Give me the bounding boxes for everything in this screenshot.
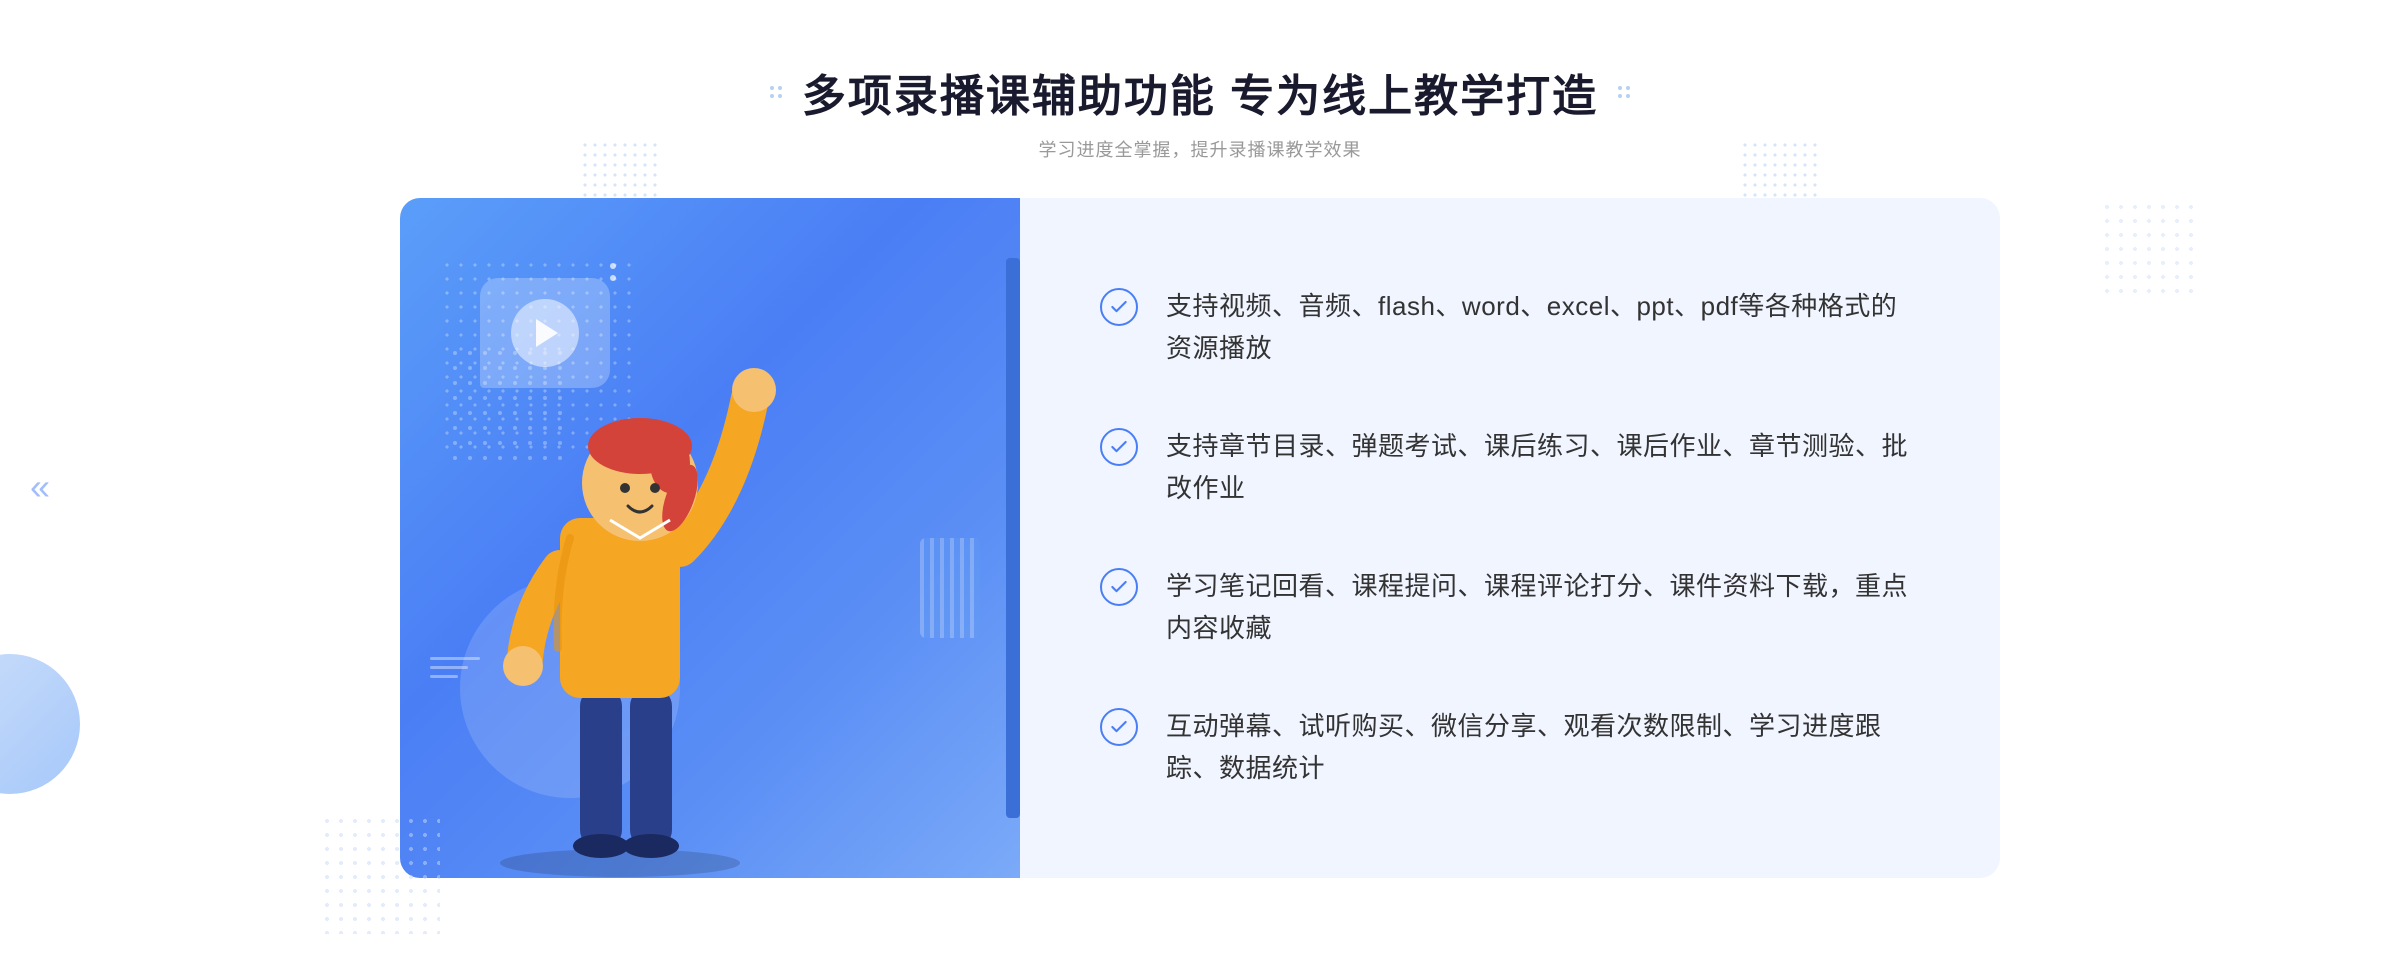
feature-text-2: 支持章节目录、弹题考试、课后练习、课后作业、章节测验、批改作业 <box>1166 426 1920 509</box>
page-wrapper: 多项录播课辅助功能 专为线上教学打造 学习进度全掌握，提升录播课教学效果 <box>0 0 2400 974</box>
bg-dots-bottom-left <box>320 814 440 934</box>
title-dots-right <box>1618 86 1630 98</box>
title-text: 多项录播课辅助功能 专为线上教学打造 <box>802 60 1598 124</box>
chevron-left-icon[interactable]: « <box>30 466 50 508</box>
accent-bar <box>1006 258 1020 818</box>
check-icon-4 <box>1100 708 1138 746</box>
feature-item-3: 学习笔记回看、课程提问、课程评论打分、课件资料下载，重点内容收藏 <box>1100 548 1920 667</box>
dot-grid-illustration <box>450 348 570 468</box>
sparkle-dot-2 <box>610 275 616 281</box>
bg-dots-top-right <box>2100 200 2200 300</box>
feature-item-1: 支持视频、音频、flash、word、excel、ppt、pdf等各种格式的资源… <box>1100 268 1920 387</box>
feature-text-3: 学习笔记回看、课程提问、课程评论打分、课件资料下载，重点内容收藏 <box>1166 566 1920 649</box>
feature-item-2: 支持章节目录、弹题考试、课后练习、课后作业、章节测验、批改作业 <box>1100 408 1920 527</box>
title-dots-left <box>770 86 782 98</box>
illustration-panel <box>400 198 1020 878</box>
feature-item-4: 互动弹幕、试听购买、微信分享、观看次数限制、学习进度跟踪、数据统计 <box>1100 688 1920 807</box>
striped-rect-decoration <box>920 538 980 638</box>
feature-text-4: 互动弹幕、试听购买、微信分享、观看次数限制、学习进度跟踪、数据统计 <box>1166 706 1920 789</box>
check-icon-2 <box>1100 428 1138 466</box>
deco-circle-left <box>0 654 80 794</box>
feature-text-1: 支持视频、音频、flash、word、excel、ppt、pdf等各种格式的资源… <box>1166 286 1920 369</box>
sparkle-decoration <box>610 263 616 281</box>
main-title: 多项录播课辅助功能 专为线上教学打造 <box>770 60 1630 124</box>
sparkle-dot-1 <box>610 263 616 269</box>
check-icon-3 <box>1100 568 1138 606</box>
header-section: 多项录播课辅助功能 专为线上教学打造 学习进度全掌握，提升录播课教学效果 <box>770 60 1630 162</box>
check-icon-1 <box>1100 288 1138 326</box>
features-panel: 支持视频、音频、flash、word、excel、ppt、pdf等各种格式的资源… <box>1020 198 2000 878</box>
subtitle-text: 学习进度全掌握，提升录播课教学效果 <box>770 136 1630 162</box>
content-area: 支持视频、音频、flash、word、excel、ppt、pdf等各种格式的资源… <box>400 198 2000 878</box>
